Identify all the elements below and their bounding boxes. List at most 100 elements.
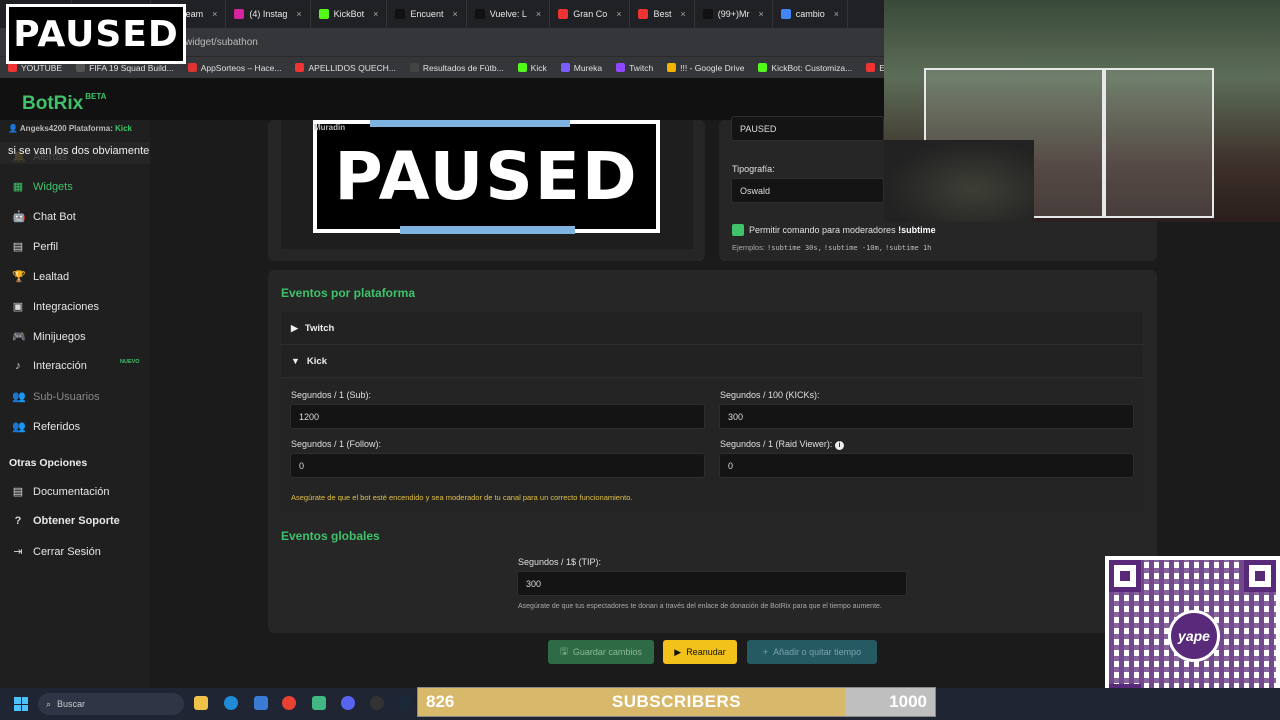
sidebar-other-logout[interactable]: ⇥ Cerrar Sesión	[12, 545, 100, 559]
bookmark-item[interactable]: EA FC 26	[866, 63, 884, 73]
paused-preview: PAUSED	[313, 120, 660, 233]
qr-finder-tl	[1109, 560, 1141, 592]
bookmark-item[interactable]: !!! - Google Drive	[667, 63, 744, 73]
discord-icon[interactable]	[341, 696, 355, 710]
sidebar-item-perfil[interactable]: ▤ Perfil	[12, 240, 58, 254]
sub-seconds-input[interactable]: 1200	[290, 404, 705, 429]
logo-text: BotRix	[22, 93, 84, 114]
close-tab-icon[interactable]: ×	[536, 9, 541, 19]
kicks-seconds-label: Segundos / 100 (KICKs):	[720, 390, 820, 400]
sidebar-item-referidos[interactable]: 👥 Referidos	[12, 420, 81, 434]
sidebar-item-label: Widgets	[33, 180, 73, 193]
raid-seconds-label: Segundos / 1 (Raid Viewer): i	[720, 439, 844, 450]
close-tab-icon[interactable]: ×	[296, 9, 301, 19]
tab-favicon-icon	[318, 9, 329, 19]
botrix-logo[interactable]: BotRix BETA	[22, 92, 106, 115]
raid-seconds-input[interactable]: 0	[719, 453, 1134, 478]
typography-select[interactable]: Oswald	[731, 178, 884, 203]
bookmark-label: YOUTUBE	[21, 62, 63, 73]
bookmark-item[interactable]: FIFA 19 Squad Build...	[76, 63, 174, 73]
mod-command-checkbox[interactable]	[732, 224, 744, 236]
follow-seconds-input[interactable]: 0	[290, 453, 705, 478]
edge-icon[interactable]	[224, 696, 238, 710]
browser-tab[interactable]: Encuent ×	[387, 0, 467, 28]
sidebar-item-lealtad[interactable]: 🏆 Lealtad	[12, 270, 69, 284]
sidebar-item-label: Integraciones	[33, 300, 100, 313]
sidebar-item-integraciones[interactable]: ▣ Integraciones	[12, 300, 100, 314]
sidebar-item-label: Referidos	[33, 420, 81, 433]
music-icon: ♪	[15, 360, 21, 372]
bookmark-favicon-icon	[667, 63, 677, 72]
close-tab-icon[interactable]: ×	[680, 9, 685, 19]
kicks-seconds-input[interactable]: 300	[719, 404, 1134, 429]
sidebar-item-chat-bot[interactable]: 🤖 Chat Bot	[12, 210, 76, 224]
sidebar-other-help[interactable]: ? Obtener Soporte	[12, 515, 120, 527]
user-info: 👤 Angeks4200 Plataforma: Kick	[8, 124, 132, 133]
file-explorer-icon[interactable]	[194, 696, 208, 710]
add-time-button[interactable]: + Añadir o quitar tiempo	[747, 640, 877, 664]
tab-label: cambio	[795, 9, 825, 19]
bookmark-favicon-icon	[76, 63, 86, 72]
browser-tab[interactable]: Vuelve: L ×	[467, 0, 551, 28]
close-tab-icon[interactable]: ×	[452, 9, 457, 19]
qr-finder-tr	[1244, 560, 1276, 592]
tab-favicon-icon	[638, 9, 649, 19]
bookmark-item[interactable]: Kick	[517, 63, 547, 73]
browser-tab[interactable]: Best ×	[630, 0, 695, 28]
bot-moderator-warning: Asegúrate de que el bot esté encendido y…	[291, 493, 633, 502]
bookmark-item[interactable]: APELLIDOS QUECH...	[295, 63, 396, 73]
bookmark-item[interactable]: Twitch	[616, 63, 653, 73]
accordion-twitch-label: Twitch	[304, 322, 335, 334]
windows-start-icon[interactable]	[14, 697, 28, 711]
accordion-twitch[interactable]: ▶ Twitch	[281, 312, 1143, 345]
sub-seconds-label: Segundos / 1 (Sub):	[291, 390, 372, 400]
bookmark-item[interactable]: YOUTUBE	[8, 63, 62, 73]
chrome-icon[interactable]	[282, 696, 296, 710]
accordion-kick-label: Kick	[306, 355, 327, 367]
bookmark-favicon-icon	[187, 63, 197, 72]
resume-button[interactable]: ▶ Reanudar	[663, 640, 737, 664]
mod-command-label: Permitir comando para moderadores !subti…	[749, 225, 936, 235]
yape-logo: yape	[1168, 610, 1220, 662]
accordion-kick[interactable]: ▼ Kick	[281, 345, 1143, 378]
obs-icon[interactable]	[370, 696, 384, 710]
search-placeholder: Buscar	[57, 699, 86, 709]
sidebar-item-widgets[interactable]: ▦ Widgets	[12, 180, 73, 194]
browser-tab[interactable]: (99+)Mr ×	[695, 0, 773, 28]
taskbar-search[interactable]: ⌕ Buscar	[38, 693, 184, 715]
close-tab-icon[interactable]: ×	[616, 9, 621, 19]
bookmark-item[interactable]: KickBot: Customiza...	[758, 63, 852, 73]
close-tab-icon[interactable]: ×	[759, 9, 764, 19]
steam-icon[interactable]	[398, 696, 412, 710]
example-3: !subtime 1h	[885, 244, 932, 252]
close-tab-icon[interactable]: ×	[834, 9, 839, 19]
tip-seconds-input[interactable]: 300	[517, 571, 907, 596]
sidebar-other-book[interactable]: ▤ Documentación	[12, 485, 110, 499]
sidebar-item-sub-usuarios[interactable]: 👥 Sub-Usuarios	[12, 390, 100, 404]
referrals-icon: 👥	[12, 421, 26, 433]
bookmark-favicon-icon	[517, 63, 527, 72]
save-changes-button[interactable]: 🖫 Guardar cambios	[548, 640, 654, 664]
notepad-icon[interactable]	[312, 696, 326, 710]
sidebar-item-label: Sub-Usuarios	[33, 390, 100, 403]
browser-tab[interactable]: KickBot ×	[311, 0, 388, 28]
bookmark-item[interactable]: Resultados de Fútb...	[409, 63, 504, 73]
info-icon[interactable]: i	[834, 441, 844, 450]
sidebar-item-interacci-n[interactable]: ♪ Interacción	[12, 360, 87, 372]
bookmark-label: FIFA 19 Squad Build...	[89, 62, 174, 73]
platform-label: Plataforma:	[68, 124, 113, 133]
store-icon[interactable]	[254, 696, 268, 710]
paused-text-input[interactable]: PAUSED	[731, 116, 884, 141]
bookmark-item[interactable]: AppSorteos – Hace...	[187, 63, 281, 73]
bookmark-item[interactable]: Mureka	[560, 62, 603, 73]
close-tab-icon[interactable]: ×	[373, 9, 378, 19]
save-label: Guardar cambios	[572, 647, 642, 657]
bookmark-favicon-icon	[560, 63, 570, 72]
bookmark-label: Mureka	[573, 62, 603, 73]
browser-tab[interactable]: cambio ×	[773, 0, 849, 28]
sidebar-item-minijuegos[interactable]: 🎮 Minijuegos	[12, 330, 86, 344]
browser-tab[interactable]: (4) Instag ×	[226, 0, 311, 28]
widgets-icon: ▦	[12, 181, 24, 193]
browser-tab[interactable]: Gran Co ×	[550, 0, 631, 28]
close-tab-icon[interactable]: ×	[212, 9, 217, 19]
